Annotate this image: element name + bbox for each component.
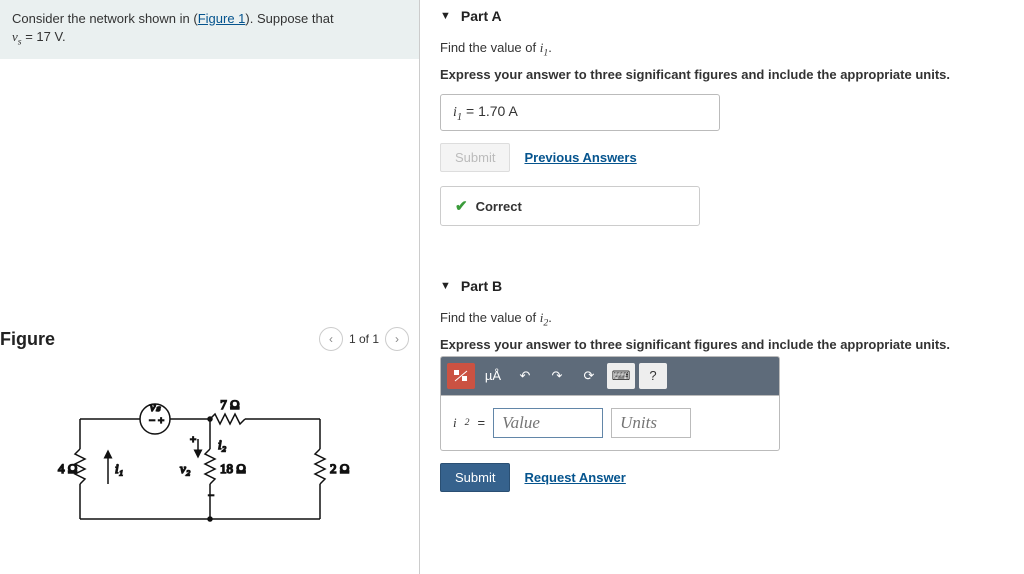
- keyboard-icon[interactable]: ⌨: [607, 363, 635, 389]
- part-a-title: Part A: [461, 8, 502, 24]
- figure-title: Figure: [0, 329, 55, 350]
- part-a-instr1: Find the value of i1.: [440, 40, 1004, 59]
- label-r1: 4 Ω: [58, 461, 77, 476]
- correct-feedback: ✔ Correct: [440, 186, 700, 226]
- label-v2: v₂: [180, 461, 191, 476]
- label-i1: i₁: [115, 461, 123, 476]
- part-a-answer-box: i1 = 1.70 A: [440, 94, 720, 132]
- prompt-text-pre: Consider the network shown in (: [12, 11, 198, 26]
- figure-link[interactable]: Figure 1: [198, 11, 246, 26]
- part-b-header[interactable]: ▼ Part B: [440, 270, 1004, 302]
- answer-input-row: i2 =: [440, 396, 780, 451]
- svg-text:−: −: [149, 415, 155, 427]
- units-input[interactable]: [611, 408, 691, 438]
- answer-toolbar: µÅ ↶ ↷ ⟳ ⌨ ?: [440, 356, 780, 396]
- redo-icon[interactable]: ↷: [543, 363, 571, 389]
- prompt-tail: .: [62, 29, 66, 44]
- part-b-instr1: Find the value of i2.: [440, 310, 1004, 329]
- label-r4: 2 Ω: [330, 461, 349, 476]
- label-vs: vₛ: [150, 399, 161, 414]
- circuit-diagram: vₛ − + 7 Ω 4 Ω i₁: [40, 399, 419, 542]
- prompt-eq: = 17: [22, 29, 55, 44]
- label-r3: 18 Ω: [220, 461, 246, 476]
- figure-pager-text: 1 of 1: [349, 332, 379, 346]
- part-b-instr2: Express your answer to three significant…: [440, 337, 1004, 352]
- figure-prev-button[interactable]: ‹: [319, 327, 343, 351]
- part-a-submit-button: Submit: [440, 143, 510, 172]
- check-icon: ✔: [455, 197, 468, 215]
- help-button[interactable]: ?: [639, 363, 667, 389]
- part-b-title: Part B: [461, 278, 502, 294]
- caret-down-icon: ▼: [440, 10, 451, 22]
- fraction-tool-icon[interactable]: [447, 363, 475, 389]
- reset-icon[interactable]: ⟳: [575, 363, 603, 389]
- caret-down-icon: ▼: [440, 280, 451, 292]
- correct-text: Correct: [476, 199, 522, 214]
- request-answer-link[interactable]: Request Answer: [524, 470, 625, 485]
- previous-answers-link[interactable]: Previous Answers: [524, 150, 636, 165]
- figure-next-button[interactable]: ›: [385, 327, 409, 351]
- label-r2: 7 Ω: [220, 399, 239, 412]
- problem-prompt: Consider the network shown in (Figure 1)…: [0, 0, 419, 59]
- svg-text:+: +: [158, 415, 164, 427]
- label-i2: i₂: [218, 437, 227, 452]
- undo-icon[interactable]: ↶: [511, 363, 539, 389]
- prompt-text-post: ). Suppose that: [245, 11, 333, 26]
- prompt-unit: V: [54, 29, 61, 44]
- part-a-header[interactable]: ▼ Part A: [440, 0, 1004, 32]
- value-input[interactable]: [493, 408, 603, 438]
- svg-text:+: +: [190, 434, 196, 446]
- part-a-instr2: Express your answer to three significant…: [440, 67, 1004, 82]
- part-b-submit-button[interactable]: Submit: [440, 463, 510, 492]
- svg-text:−: −: [208, 490, 214, 502]
- figure-pager: ‹ 1 of 1 ›: [319, 327, 409, 351]
- units-tool-button[interactable]: µÅ: [479, 363, 507, 389]
